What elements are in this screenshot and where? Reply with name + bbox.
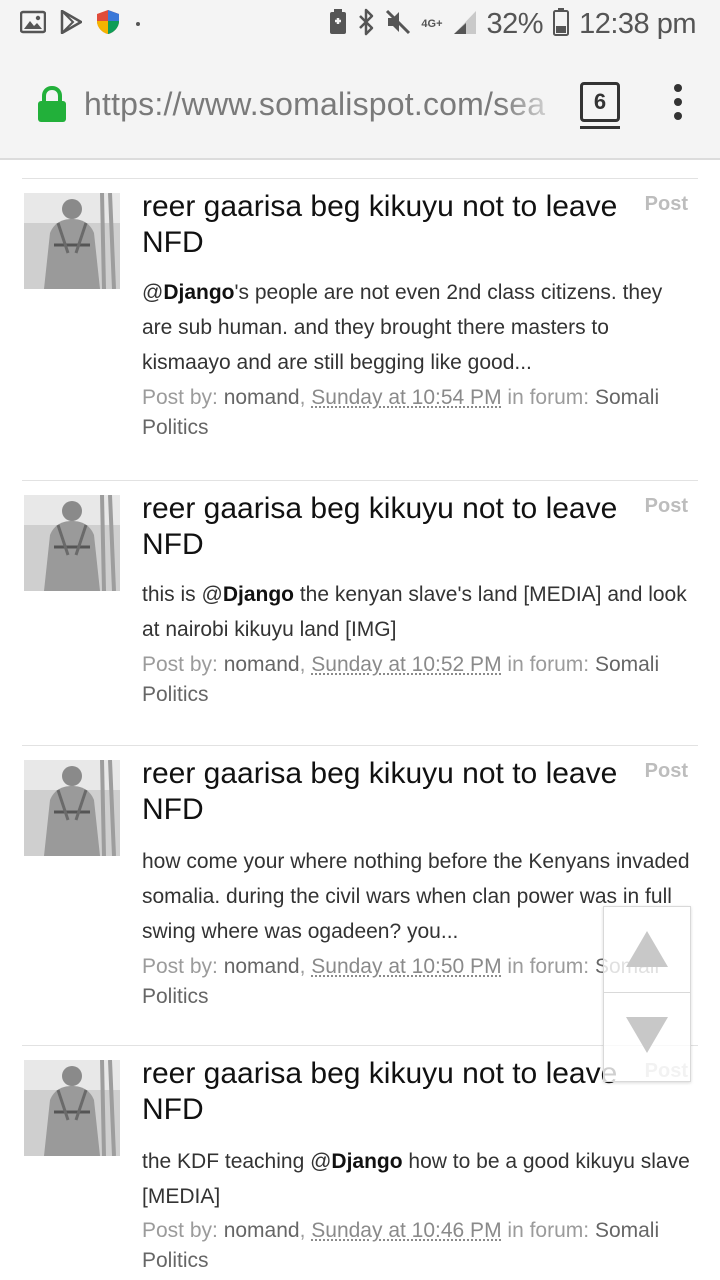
result-snippet: this is @Django the kenyan slave's land …: [142, 577, 692, 647]
search-result: reer gaarisa beg kikuyu not to leave NFD…: [22, 480, 698, 745]
triangle-up-icon: [626, 931, 668, 967]
scroll-down-button[interactable]: [604, 995, 690, 1081]
signal-icon: [453, 9, 477, 40]
author-link[interactable]: nomand: [224, 386, 300, 409]
triangle-down-icon: [626, 1017, 668, 1053]
meta-label: in forum:: [501, 386, 595, 409]
snippet-text: this is @: [142, 583, 223, 606]
meta-label: Post by:: [142, 1219, 224, 1242]
avatar[interactable]: [24, 495, 120, 591]
snippet-text: the KDF teaching @: [142, 1150, 332, 1173]
meta-label: Post by:: [142, 653, 224, 676]
search-result: reer gaarisa beg kikuyu not to leave NFD…: [22, 178, 698, 480]
result-title[interactable]: reer gaarisa beg kikuyu not to leave NFD: [142, 491, 622, 563]
battery-saver-icon: [329, 8, 347, 40]
result-type-label: Post: [644, 495, 688, 517]
battery-icon: [553, 7, 570, 41]
meta-label: Post by:: [142, 386, 224, 409]
status-bar: 4G+ 32% 12:38 pm: [0, 0, 720, 48]
result-meta: Post by: nomand, Sunday at 10:52 PM in f…: [142, 653, 660, 706]
more-menu-icon[interactable]: [670, 84, 686, 124]
user-mention[interactable]: Django: [163, 281, 234, 304]
play-store-icon: [60, 9, 83, 39]
post-date[interactable]: Sunday at 10:50 PM: [311, 955, 501, 978]
result-meta: Post by: nomand, Sunday at 10:54 PM in f…: [142, 386, 660, 439]
user-mention[interactable]: Django: [331, 1150, 402, 1173]
url-field[interactable]: https://www.somalispot.com/sea: [84, 86, 564, 123]
result-title[interactable]: reer gaarisa beg kikuyu not to leave NFD: [142, 1056, 622, 1128]
snippet-text: @: [142, 281, 164, 304]
result-type-label: Post: [644, 193, 688, 215]
battery-percent: 32%: [486, 7, 544, 40]
status-right-icons: 4G+ 32% 12:38 pm: [329, 6, 696, 42]
result-type-label: Post: [644, 760, 688, 782]
scroll-widget: [603, 906, 691, 1082]
avatar[interactable]: [24, 193, 120, 289]
tab-switcher-button[interactable]: 6: [580, 82, 620, 122]
search-result: reer gaarisa beg kikuyu not to leave NFD…: [22, 1045, 698, 1280]
meta-label: in forum:: [501, 653, 595, 676]
network-type: 4G+: [421, 17, 443, 30]
lock-icon[interactable]: [36, 85, 68, 129]
mute-icon: [385, 9, 411, 40]
result-snippet: @Django's people are not even 2nd class …: [142, 275, 692, 380]
search-results: reer gaarisa beg kikuyu not to leave NFD…: [0, 162, 720, 1280]
browser-toolbar: https://www.somalispot.com/sea 6: [0, 48, 720, 160]
url-fade: [500, 78, 566, 130]
avatar[interactable]: [24, 1060, 120, 1156]
image-icon: [19, 10, 47, 39]
post-date[interactable]: Sunday at 10:52 PM: [311, 653, 501, 676]
author-link[interactable]: nomand: [224, 653, 300, 676]
author-link[interactable]: nomand: [224, 955, 300, 978]
status-left-icons: [19, 9, 142, 40]
result-title[interactable]: reer gaarisa beg kikuyu not to leave NFD: [142, 756, 622, 828]
bluetooth-icon: [357, 8, 375, 41]
avatar[interactable]: [24, 760, 120, 856]
search-result: reer gaarisa beg kikuyu not to leave NFD…: [22, 745, 698, 1045]
post-date[interactable]: Sunday at 10:46 PM: [311, 1219, 501, 1242]
meta-label: Post by:: [142, 955, 224, 978]
tab-switcher-underline: [580, 126, 620, 129]
result-meta: Post by: nomand, Sunday at 10:46 PM in f…: [142, 1219, 660, 1272]
result-snippet: the KDF teaching @Django how to be a goo…: [142, 1144, 692, 1214]
post-date[interactable]: Sunday at 10:54 PM: [311, 386, 501, 409]
author-link[interactable]: nomand: [224, 1219, 300, 1242]
user-mention[interactable]: Django: [223, 583, 294, 606]
clock: 12:38 pm: [579, 7, 696, 40]
meta-label: in forum:: [501, 955, 595, 978]
shield-icon: [96, 9, 120, 40]
notification-dot-icon: [134, 15, 142, 33]
meta-label: in forum:: [501, 1219, 595, 1242]
scroll-up-button[interactable]: [604, 907, 690, 993]
result-title[interactable]: reer gaarisa beg kikuyu not to leave NFD: [142, 189, 622, 261]
